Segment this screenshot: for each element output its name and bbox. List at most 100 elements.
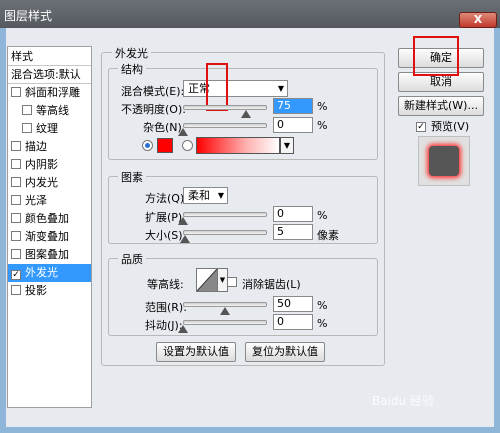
style-list-item-label: 描边 <box>25 140 47 153</box>
style-list-item[interactable]: 斜面和浮雕 <box>8 84 91 102</box>
antialias-label: 消除锯齿(L) <box>242 278 301 291</box>
checkbox-icon[interactable] <box>11 285 21 295</box>
gradient-swatch[interactable] <box>196 137 280 154</box>
new-style-button[interactable]: 新建样式(W)... <box>398 96 484 116</box>
outer-glow-title: 外发光 <box>112 45 151 61</box>
style-list-item[interactable]: ✓ 外发光 <box>8 264 91 282</box>
style-list-item[interactable]: 图案叠加 <box>8 246 91 264</box>
size-input[interactable]: 5 <box>273 224 313 240</box>
range-input[interactable]: 50 <box>273 296 313 312</box>
size-unit: 像素 <box>317 229 339 242</box>
style-list-item-label: 光泽 <box>25 194 47 207</box>
style-list: 样式 混合选项:默认 斜面和浮雕等高线纹理描边内阴影内发光光泽颜色叠加渐变叠加图… <box>7 46 92 408</box>
checkbox-icon <box>227 277 237 287</box>
size-slider-thumb[interactable] <box>179 235 190 243</box>
checkmark-icon: ✓ <box>416 122 426 132</box>
style-list-item-label: 内发光 <box>25 176 58 189</box>
contour-preview[interactable] <box>196 268 218 292</box>
style-list-item[interactable]: 光泽 <box>8 192 91 210</box>
watermark: Baidu 经验 <box>372 394 434 408</box>
title-bar <box>0 0 500 28</box>
style-list-item[interactable]: 渐变叠加 <box>8 228 91 246</box>
opacity-percent: % <box>317 100 328 113</box>
style-list-item[interactable]: 等高线 <box>8 102 91 120</box>
style-list-item-label: 纹理 <box>36 122 58 135</box>
blend-mode-dropdown[interactable]: 正常 ▼ <box>183 80 288 97</box>
chevron-down-icon: ▼ <box>283 141 291 150</box>
style-list-item-label: 图案叠加 <box>25 248 69 261</box>
gradient-picker-arrow[interactable]: ▼ <box>280 137 294 154</box>
style-list-header[interactable]: 样式 <box>8 47 91 66</box>
style-preview-thumbnail <box>418 136 470 186</box>
color-radio[interactable] <box>142 140 153 151</box>
style-list-item[interactable]: 描边 <box>8 138 91 156</box>
opacity-slider[interactable] <box>183 105 267 110</box>
highlight-box-blend <box>206 63 228 111</box>
jitter-slider[interactable] <box>183 320 267 325</box>
style-list-item[interactable]: 内发光 <box>8 174 91 192</box>
method-dropdown[interactable]: 柔和 ▼ <box>183 187 228 204</box>
style-list-item-label: 投影 <box>25 284 47 297</box>
method-label: 方法(Q): <box>145 192 188 205</box>
preview-checkbox[interactable]: ✓ <box>416 118 430 132</box>
checkbox-icon[interactable] <box>11 231 21 241</box>
noise-slider-thumb[interactable] <box>178 128 188 136</box>
make-default-button[interactable]: 设置为默认值 <box>156 342 236 362</box>
preview-square <box>429 146 459 176</box>
range-label: 范围(R): <box>145 301 187 314</box>
chevron-down-icon: ▼ <box>217 191 224 200</box>
style-list-item[interactable]: 纹理 <box>8 120 91 138</box>
structure-title: 结构 <box>118 61 146 77</box>
noise-percent: % <box>317 119 328 132</box>
style-list-item-label: 颜色叠加 <box>25 212 69 225</box>
highlight-box-ok <box>413 36 459 76</box>
jitter-percent: % <box>317 317 328 330</box>
checkbox-icon[interactable] <box>11 159 21 169</box>
method-value: 柔和 <box>188 189 210 202</box>
antialias-checkbox[interactable] <box>227 276 241 289</box>
opacity-input[interactable]: 75 <box>273 98 313 114</box>
style-list-item-label: 内阴影 <box>25 158 58 171</box>
noise-slider[interactable] <box>183 123 267 128</box>
contour-curve-icon <box>196 268 218 292</box>
range-percent: % <box>317 299 328 312</box>
opacity-slider-thumb[interactable] <box>241 110 251 118</box>
jitter-label: 抖动(J): <box>145 319 183 332</box>
checkbox-icon[interactable] <box>11 141 21 151</box>
blend-options-item[interactable]: 混合选项:默认 <box>8 66 91 84</box>
style-list-item[interactable]: 颜色叠加 <box>8 210 91 228</box>
contour-label: 等高线: <box>147 278 184 291</box>
style-list-item-label: 斜面和浮雕 <box>25 86 80 99</box>
noise-input[interactable]: 0 <box>273 117 313 133</box>
preview-label: 预览(V) <box>431 120 470 133</box>
close-button[interactable]: X <box>459 12 497 28</box>
checkbox-icon[interactable] <box>22 105 32 115</box>
style-list-item[interactable]: 内阴影 <box>8 156 91 174</box>
checkbox-icon[interactable] <box>11 177 21 187</box>
reset-default-button[interactable]: 复位为默认值 <box>245 342 325 362</box>
checkbox-icon[interactable] <box>11 87 21 97</box>
blend-mode-label: 混合模式(E): <box>121 85 185 98</box>
jitter-input[interactable]: 0 <box>273 314 313 330</box>
style-list-item-label: 外发光 <box>25 266 58 279</box>
checkmark-icon[interactable]: ✓ <box>11 270 21 280</box>
checkbox-icon[interactable] <box>11 195 21 205</box>
gradient-radio[interactable] <box>182 140 193 151</box>
dialog-title: 图层样式 <box>4 9 53 23</box>
glow-color-swatch[interactable] <box>157 138 173 153</box>
chevron-down-icon: ▼ <box>219 276 226 284</box>
range-slider-thumb[interactable] <box>220 307 230 315</box>
spread-percent: % <box>317 209 328 222</box>
style-list-item[interactable]: 投影 <box>8 282 91 300</box>
checkbox-icon[interactable] <box>22 123 32 133</box>
size-slider[interactable] <box>183 230 267 235</box>
checkbox-icon[interactable] <box>11 249 21 259</box>
spread-slider-thumb[interactable] <box>178 217 188 225</box>
jitter-slider-thumb[interactable] <box>178 325 188 333</box>
elements-title: 图素 <box>118 169 146 185</box>
style-list-item-label: 等高线 <box>36 104 69 117</box>
spread-input[interactable]: 0 <box>273 206 313 222</box>
style-list-item-label: 渐变叠加 <box>25 230 69 243</box>
checkbox-icon[interactable] <box>11 213 21 223</box>
spread-slider[interactable] <box>183 212 267 217</box>
